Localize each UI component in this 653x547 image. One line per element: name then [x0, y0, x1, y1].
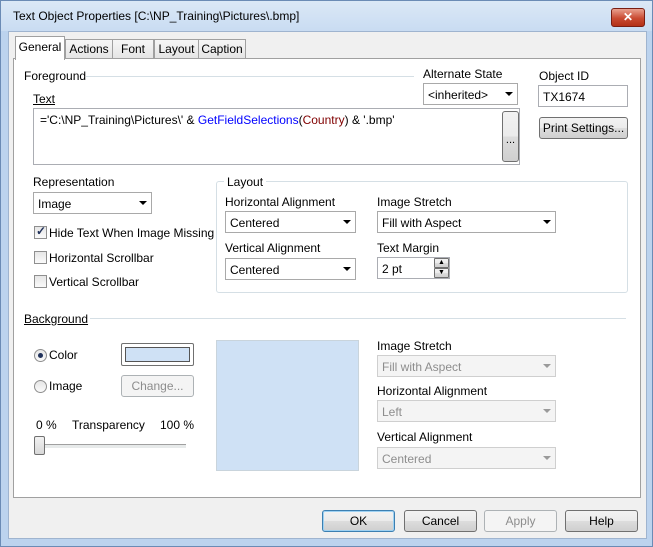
color-radio-label[interactable]: Color [49, 348, 78, 362]
vertical-alignment-label: Vertical Alignment [225, 241, 321, 255]
window-title: Text Object Properties [C:\NP_Training\P… [13, 9, 300, 23]
chevron-down-icon [543, 364, 551, 368]
object-id-value: TX1674 [543, 90, 586, 104]
expression-text: ='C:\NP_Training\Pictures\' & GetFieldSe… [40, 113, 395, 127]
alternate-state-label-text: Alternate State [423, 67, 503, 81]
color-picker-button[interactable] [121, 343, 194, 366]
chevron-down-icon [543, 409, 551, 413]
background-divider [90, 318, 626, 319]
spin-up-icon[interactable]: ▲ [434, 258, 449, 268]
background-heading: Background [24, 312, 89, 326]
horizontal-alignment-dropdown[interactable]: Centered [225, 211, 356, 233]
ok-button[interactable]: OK [322, 510, 395, 532]
vertical-scrollbar-label[interactable]: Vertical Scrollbar [49, 275, 139, 289]
apply-button[interactable]: Apply [484, 510, 557, 532]
image-stretch-label: Image Stretch [377, 195, 452, 209]
chevron-down-icon [139, 201, 147, 205]
text-margin-label: Text Margin [377, 241, 440, 255]
hide-text-checkbox[interactable]: ✓ [34, 224, 47, 239]
transparency-slider-track[interactable] [36, 444, 186, 449]
transparency-label: Transparency [72, 418, 145, 432]
change-image-button[interactable]: Change... [121, 375, 194, 397]
print-settings-button[interactable]: Print Settings... [539, 117, 628, 139]
layout-group-heading: Layout [224, 175, 267, 189]
chevron-down-icon [543, 456, 551, 460]
radio-dot [38, 353, 43, 358]
horizontal-alignment-label: Horizontal Alignment [225, 195, 336, 209]
vertical-alignment-value: Centered [230, 263, 280, 277]
bg-horizontal-alignment-value: Left [382, 405, 403, 419]
representation-label: Representation [33, 175, 115, 189]
help-button[interactable]: Help [565, 510, 638, 532]
vertical-alignment-dropdown[interactable]: Centered [225, 258, 356, 280]
horizontal-scrollbar-label[interactable]: Horizontal Scrollbar [49, 251, 154, 265]
expression-field: Country [302, 113, 345, 127]
foreground-divider [86, 76, 414, 77]
image-radio[interactable] [34, 380, 47, 393]
tab-layout[interactable]: Layout [154, 39, 199, 59]
alternate-state-label: Alternate State [423, 67, 502, 81]
tab-general[interactable]: General [15, 36, 65, 60]
transparency-min-label: 0 % [36, 418, 57, 432]
horizontal-alignment-value: Centered [230, 216, 280, 230]
bg-image-stretch-dropdown[interactable]: Fill with Aspect [377, 355, 556, 377]
bg-horizontal-alignment-dropdown[interactable]: Left [377, 400, 556, 422]
color-radio[interactable] [34, 349, 47, 362]
image-radio-label[interactable]: Image [49, 379, 82, 393]
alternate-state-dropdown[interactable]: <inherited> [423, 83, 518, 105]
bg-vertical-alignment-dropdown[interactable]: Centered [377, 447, 556, 469]
tab-actions[interactable]: Actions [65, 39, 113, 59]
chevron-down-icon [343, 220, 351, 224]
hide-text-label[interactable]: Hide Text When Image Missing [49, 226, 214, 240]
title-bar[interactable]: Text Object Properties [C:\NP_Training\P… [1, 1, 650, 31]
bg-vertical-alignment-label: Vertical Alignment [377, 430, 473, 444]
cancel-button[interactable]: Cancel [404, 510, 477, 532]
bg-vertical-alignment-value: Centered [382, 452, 432, 466]
representation-value: Image [38, 197, 72, 211]
expression-function: GetFieldSelections [197, 113, 299, 127]
alternate-state-value: <inherited> [428, 88, 489, 102]
representation-dropdown[interactable]: Image [33, 192, 152, 214]
tab-caption[interactable]: Caption [198, 39, 246, 59]
transparency-max-label: 100 % [160, 418, 195, 432]
close-icon[interactable]: ✕ [611, 8, 645, 27]
chevron-down-icon [505, 92, 513, 96]
bg-image-stretch-label: Image Stretch [377, 339, 452, 353]
text-expression-editor[interactable]: ='C:\NP_Training\Pictures\' & GetFieldSe… [33, 108, 520, 165]
object-id-label: Object ID [539, 69, 590, 83]
tab-font[interactable]: Font [112, 39, 154, 59]
bg-horizontal-alignment-label: Horizontal Alignment [377, 384, 488, 398]
chevron-down-icon [543, 220, 551, 224]
color-swatch [125, 347, 190, 362]
chevron-down-icon [343, 267, 351, 271]
vertical-scrollbar-checkbox[interactable] [34, 275, 47, 288]
image-stretch-dropdown[interactable]: Fill with Aspect [377, 211, 556, 233]
expression-editor-button[interactable]: ... [502, 111, 519, 162]
text-margin-value: 2 pt [382, 262, 403, 276]
text-label: Text [33, 92, 56, 106]
foreground-heading: Foreground [24, 69, 87, 83]
spin-down-icon[interactable]: ▼ [434, 268, 449, 278]
background-preview [216, 340, 359, 471]
bg-image-stretch-value: Fill with Aspect [382, 360, 462, 374]
expression-part: ='C:\NP_Training\Pictures\' & [40, 113, 198, 127]
transparency-slider-thumb[interactable] [34, 436, 45, 455]
image-stretch-value: Fill with Aspect [382, 216, 462, 230]
expression-part: & '.bmp' [348, 113, 395, 127]
horizontal-scrollbar-checkbox[interactable] [34, 251, 47, 264]
object-id-field[interactable]: TX1674 [538, 85, 628, 107]
checkmark-icon: ✓ [36, 224, 47, 238]
